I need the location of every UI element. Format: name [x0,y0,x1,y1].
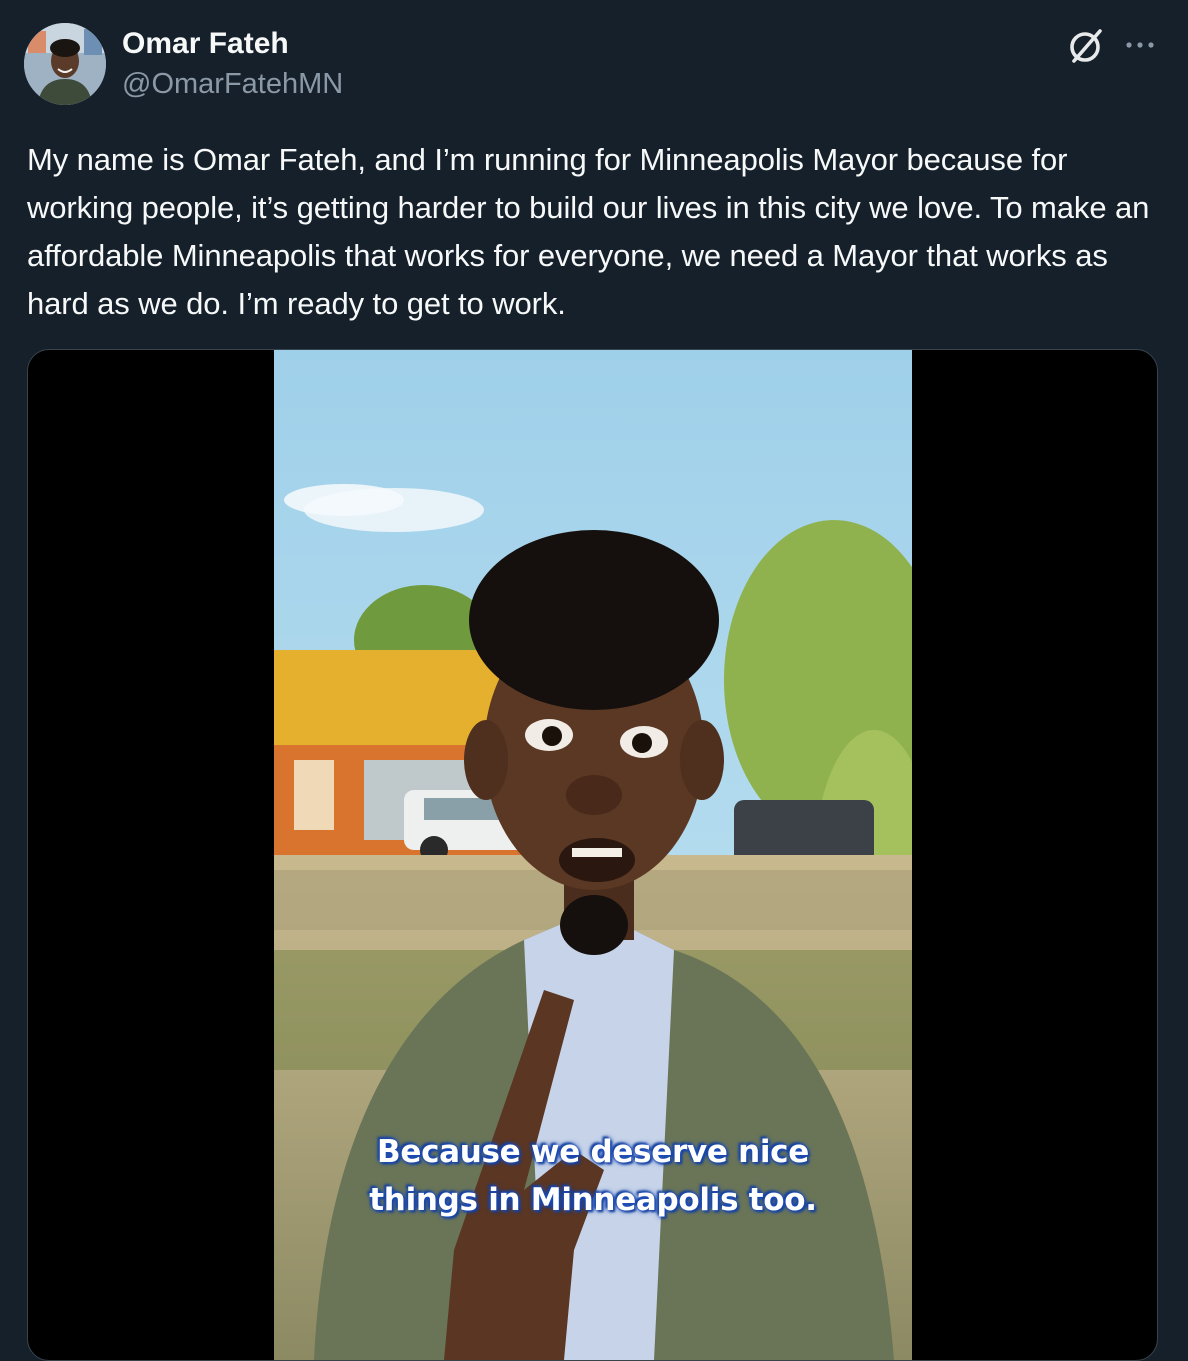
caption-line-2: things in Minneapolis too. [369,1182,817,1218]
video-caption: Because we deserve nice things in Minnea… [274,1128,912,1224]
caption-line-1: Because we deserve nice [377,1134,809,1170]
more-options-icon[interactable] [1120,30,1160,60]
author-avatar[interactable] [24,23,106,105]
author-handle[interactable]: @OmarFatehMN [122,66,343,102]
avatar-photo-icon [24,23,106,105]
author-display-name[interactable]: Omar Fateh [122,26,289,62]
grok-icon[interactable] [1066,26,1106,66]
tweet-video[interactable]: Because we deserve nice things in Minnea… [27,349,1158,1361]
video-frame[interactable]: Because we deserve nice things in Minnea… [274,350,912,1360]
tweet-article[interactable]: Omar Fateh @OmarFatehMN My name is Omar … [0,0,1188,1361]
tweet-text: My name is Omar Fateh, and I’m running f… [27,142,1150,321]
